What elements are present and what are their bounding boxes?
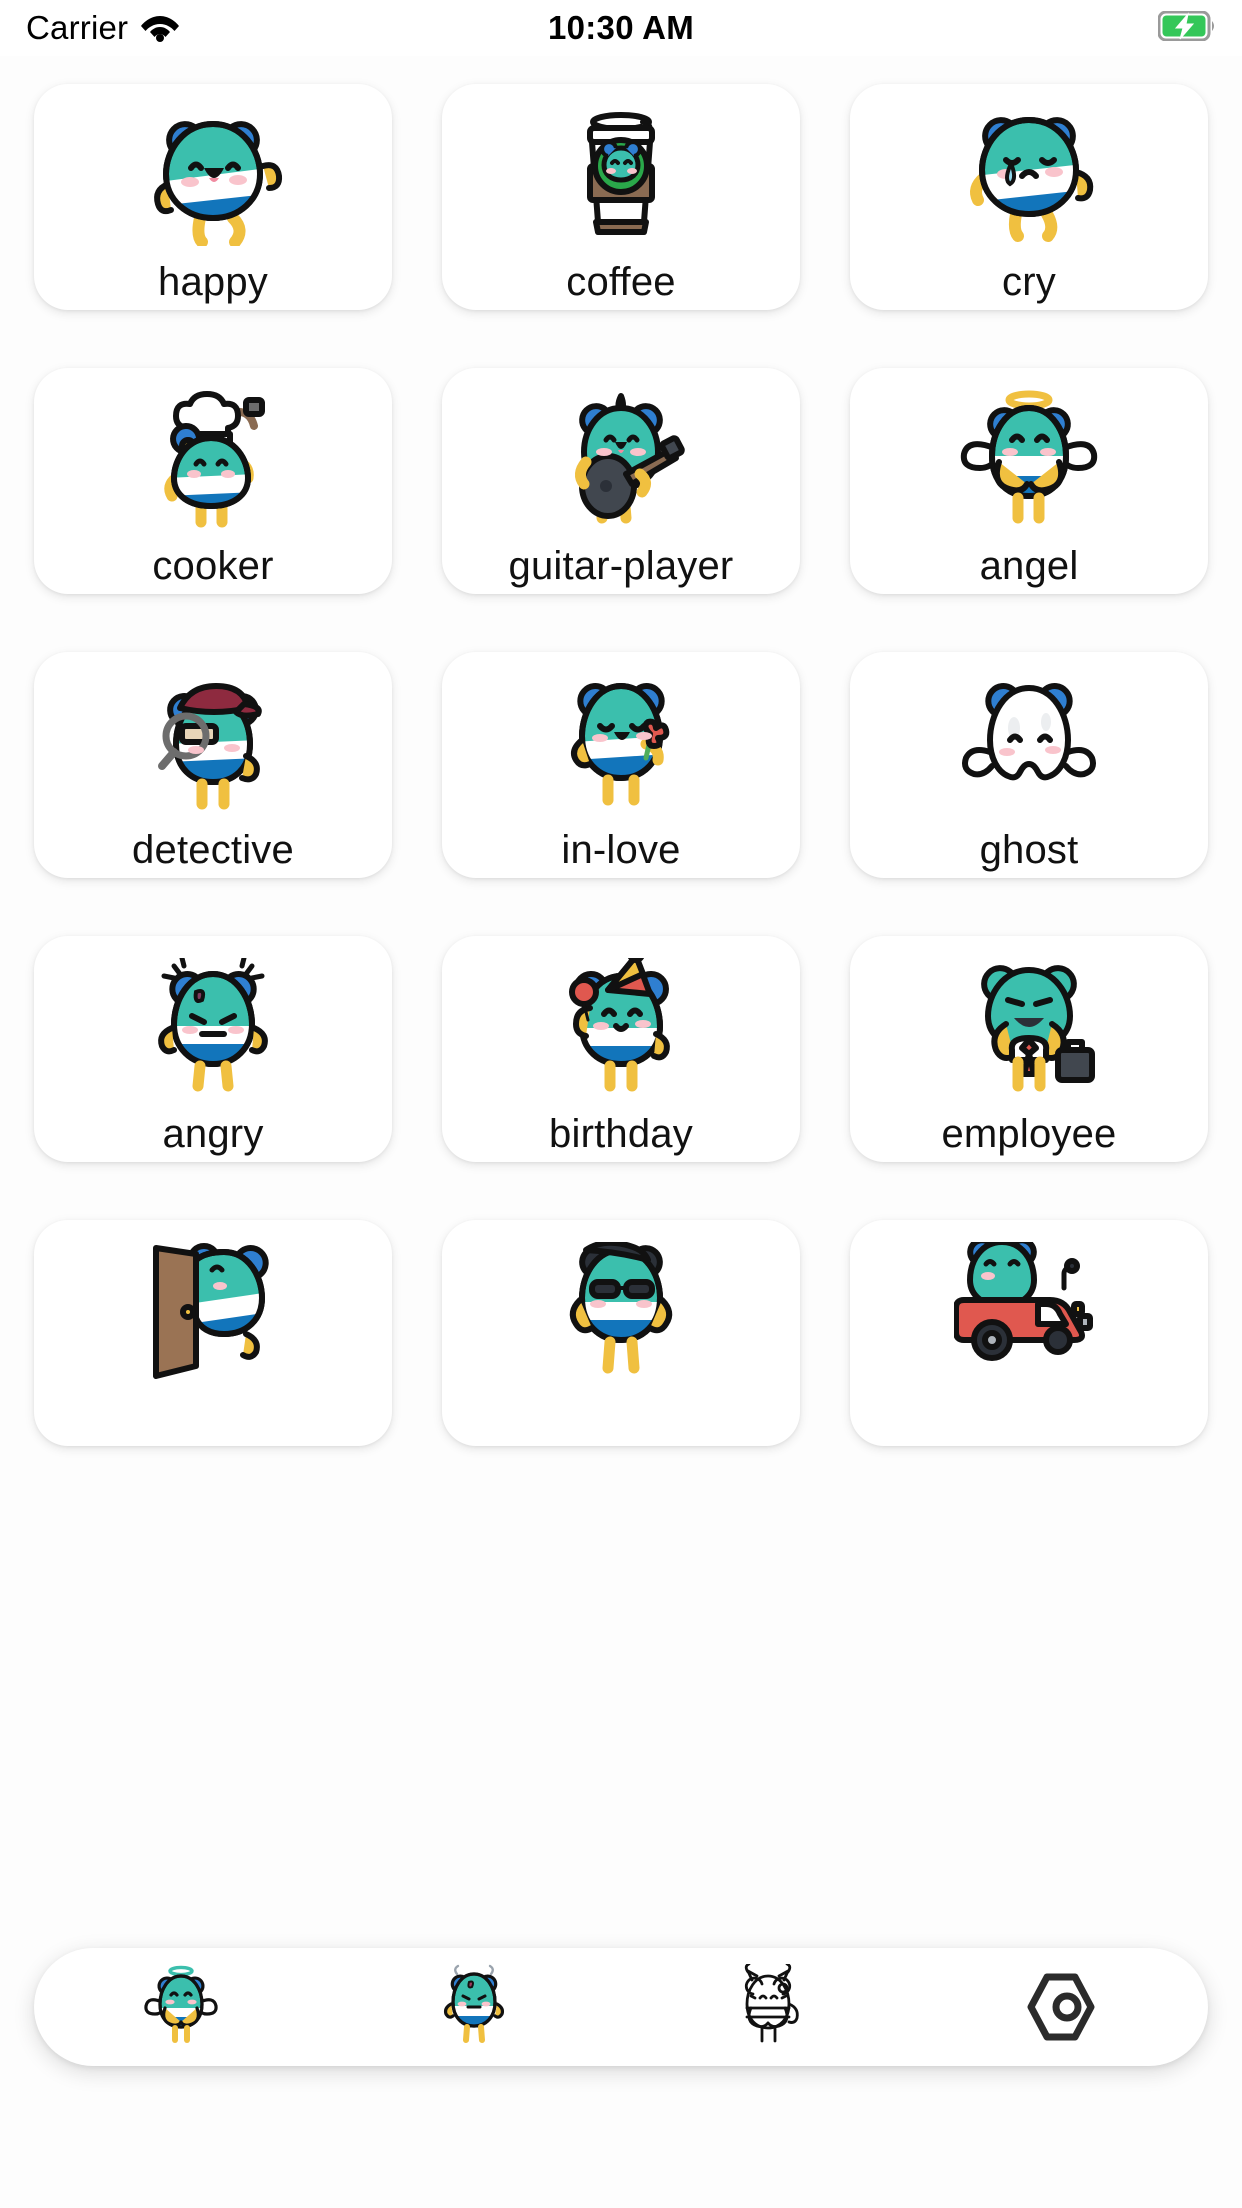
- sticker-label: ghost: [979, 828, 1079, 872]
- mascot-ghost-icon: [850, 674, 1208, 814]
- sticker-card[interactable]: coffee: [442, 84, 800, 310]
- tab-devil[interactable]: [693, 1948, 843, 2066]
- sticker-card[interactable]: angel: [850, 368, 1208, 594]
- sticker-card[interactable]: employee: [850, 936, 1208, 1162]
- mascot-guitar-player-icon: [442, 390, 800, 530]
- wifi-icon: [140, 10, 180, 47]
- mascot-happy-icon: [34, 106, 392, 246]
- coffee-cup-icon: [442, 106, 800, 246]
- sticker-label: detective: [132, 828, 294, 872]
- sticker-card[interactable]: happy: [34, 84, 392, 310]
- hexagon-nut-icon: [1023, 1969, 1099, 2045]
- battery-charging-icon: [1157, 10, 1216, 46]
- mascot-in-love-icon: [442, 674, 800, 814]
- sticker-card[interactable]: cry: [850, 84, 1208, 310]
- mascot-employee-icon: [850, 958, 1208, 1098]
- mascot-angry-tab-icon: [433, 1964, 515, 2050]
- sticker-card[interactable]: birthday: [442, 936, 800, 1162]
- mascot-detective-icon: [34, 674, 392, 814]
- sticker-label: cry: [1002, 260, 1056, 304]
- sticker-card[interactable]: angry: [34, 936, 392, 1162]
- sticker-label: angry: [162, 1112, 264, 1156]
- sticker-card[interactable]: in-love: [442, 652, 800, 878]
- status-bar-right: [1157, 10, 1216, 46]
- clock-label: 10:30 AM: [547, 9, 695, 46]
- sticker-card[interactable]: [850, 1220, 1208, 1446]
- sticker-card[interactable]: [442, 1220, 800, 1446]
- carrier-label: Carrier: [26, 9, 129, 46]
- sticker-label: happy: [158, 260, 268, 304]
- sticker-label: in-love: [561, 828, 681, 872]
- tab-settings[interactable]: [986, 1948, 1136, 2066]
- mascot-cry-icon: [850, 106, 1208, 246]
- mascot-angel-icon: [850, 390, 1208, 530]
- sticker-card[interactable]: guitar-player: [442, 368, 800, 594]
- sticker-card[interactable]: ghost: [850, 652, 1208, 878]
- sticker-label: birthday: [549, 1112, 693, 1156]
- sticker-label: guitar-player: [508, 544, 734, 588]
- tab-angry[interactable]: [399, 1948, 549, 2066]
- sticker-grid: happy coffee cry cooker guitar-player an…: [0, 56, 1242, 1446]
- sticker-label: cooker: [152, 544, 274, 588]
- sticker-label: angel: [979, 544, 1079, 588]
- mascot-car-icon: [850, 1242, 1208, 1382]
- mascot-birthday-icon: [442, 958, 800, 1098]
- status-bar-center: 10:30 AM: [0, 0, 1242, 56]
- status-bar: Carrier 10:30 AM: [0, 0, 1242, 56]
- app-root: Carrier 10:30 AM happy coffee cry cooker…: [0, 0, 1242, 2208]
- sticker-label: employee: [941, 1112, 1117, 1156]
- mascot-door-icon: [34, 1242, 392, 1382]
- bottom-tab-bar: [34, 1948, 1208, 2066]
- sticker-card[interactable]: [34, 1220, 392, 1446]
- sticker-card[interactable]: detective: [34, 652, 392, 878]
- status-bar-left: Carrier: [26, 9, 180, 47]
- mascot-cooker-icon: [34, 390, 392, 530]
- mascot-angel-tab-icon: [140, 1964, 222, 2050]
- mascot-devil-outline-tab-icon: [727, 1964, 809, 2050]
- mascot-cool-icon: [442, 1242, 800, 1382]
- sticker-card[interactable]: cooker: [34, 368, 392, 594]
- tab-angel[interactable]: [106, 1948, 256, 2066]
- mascot-angry-icon: [34, 958, 392, 1098]
- sticker-label: coffee: [566, 260, 676, 304]
